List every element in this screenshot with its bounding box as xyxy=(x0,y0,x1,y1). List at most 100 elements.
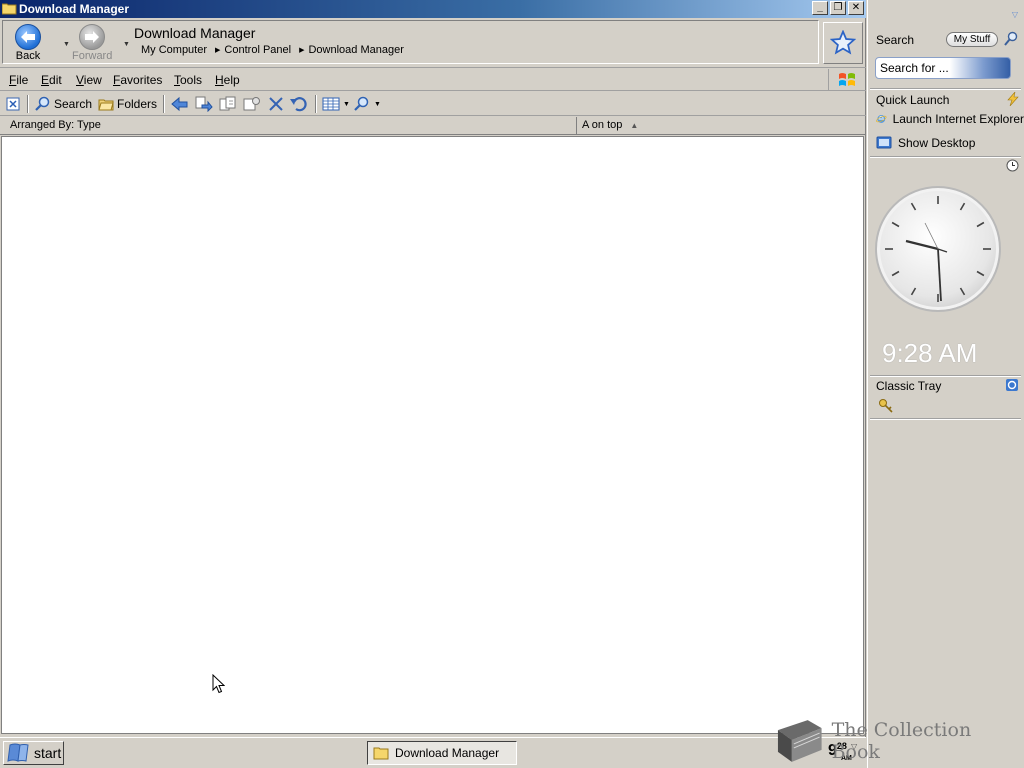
properties-icon xyxy=(243,97,260,111)
move-to-icon xyxy=(219,96,236,111)
menu-file[interactable]: File xyxy=(9,73,28,87)
breadcrumb-separator-icon: ▶ xyxy=(299,47,305,54)
toolbar-separator xyxy=(27,95,29,113)
sidebar-divider xyxy=(870,418,1021,420)
menu-tools[interactable]: Tools xyxy=(174,73,202,87)
watermark-text: The Collection Book xyxy=(831,719,972,763)
folder-icon xyxy=(373,747,389,760)
navigation-bar: Back ▼ Forward ▼ Download Manager My Com… xyxy=(0,18,866,68)
undo-icon xyxy=(290,97,307,112)
toolbar-separator xyxy=(315,95,317,113)
quick-launch-desktop-label: Show Desktop xyxy=(898,136,976,150)
back-label: Back xyxy=(15,50,41,62)
zoom-dropdown-icon: ▼ xyxy=(374,100,381,108)
windows-logo-icon xyxy=(828,69,864,91)
menu-help[interactable]: Help xyxy=(215,73,240,87)
menu-favorites[interactable]: Favorites xyxy=(113,73,162,87)
undo-button[interactable] xyxy=(290,95,308,113)
breadcrumb: My Computer ▶ Control Panel ▶ Download M… xyxy=(141,44,412,56)
favorites-star-button[interactable] xyxy=(823,22,863,64)
search-button-label: Search xyxy=(54,97,93,111)
sidebar-collapse-chevron-icon[interactable]: ▽ xyxy=(1012,10,1018,19)
windows-flag-icon xyxy=(7,743,29,762)
copy-to-icon xyxy=(195,96,213,112)
explorer-window: Download Manager _ ❐ ✕ Back ▼ Forward ▼ xyxy=(0,0,866,737)
close-folder-button[interactable] xyxy=(6,95,20,113)
sidebar-divider xyxy=(870,88,1021,90)
undo-arrow-icon xyxy=(171,96,188,112)
star-icon xyxy=(830,30,856,55)
page-title: Download Manager xyxy=(134,25,256,41)
internet-explorer-icon xyxy=(876,115,887,123)
zoom-button[interactable]: ▼ xyxy=(353,95,381,113)
my-stuff-button[interactable]: My Stuff xyxy=(946,32,998,47)
back-dropdown-icon[interactable]: ▼ xyxy=(63,41,70,48)
collection-book-watermark: The Collection Book xyxy=(772,718,1024,764)
menu-edit[interactable]: Edit xyxy=(41,73,62,87)
book-icon xyxy=(777,720,822,762)
toolbar-separator xyxy=(163,95,165,113)
forward-dropdown-icon[interactable]: ▼ xyxy=(123,41,130,48)
start-button[interactable]: start xyxy=(3,741,64,765)
standard-toolbar: Search Folders ▼ ▼ xyxy=(0,92,866,116)
keys-icon[interactable] xyxy=(878,398,894,414)
forward-label: Forward xyxy=(72,50,113,62)
delete-x-icon xyxy=(269,97,283,111)
folders-button[interactable]: Folders xyxy=(98,95,157,113)
sort-order-header[interactable]: A on top ▲ xyxy=(578,117,864,134)
breadcrumb-download-manager[interactable]: Download Manager xyxy=(308,44,403,56)
digital-clock-time: 9:28 AM xyxy=(882,338,978,368)
mouse-cursor-icon xyxy=(212,674,225,694)
classic-tray-icon[interactable] xyxy=(1005,378,1019,392)
breadcrumb-separator-icon: ▶ xyxy=(215,47,221,54)
views-grid-icon xyxy=(322,97,340,111)
copy-to-button[interactable] xyxy=(195,95,213,113)
views-button[interactable]: ▼ xyxy=(322,95,350,113)
sidebar-search-icon[interactable] xyxy=(1004,31,1018,47)
sidebar-search-title: Search xyxy=(876,33,915,47)
search-icon xyxy=(35,96,50,111)
move-to-button[interactable] xyxy=(219,95,237,113)
folder-icon xyxy=(2,3,17,15)
desktop-sidebar: ▽ Search My Stuff Search for ... Quick L… xyxy=(867,0,1024,768)
menu-bar: File Edit View Favorites Tools Help xyxy=(0,69,866,91)
back-arrow-icon xyxy=(15,24,41,50)
folders-icon xyxy=(98,99,114,111)
classic-tray-title: Classic Tray xyxy=(876,379,942,393)
properties-button[interactable] xyxy=(243,95,261,113)
delete-button[interactable] xyxy=(268,95,284,113)
views-dropdown-icon: ▼ xyxy=(343,100,350,108)
forward-button[interactable]: Forward xyxy=(72,24,112,62)
clock-settings-icon[interactable] xyxy=(1006,159,1019,172)
folders-button-label: Folders xyxy=(117,97,158,111)
sidebar-divider xyxy=(870,156,1021,158)
column-header-bar: Arranged By: Type A on top ▲ xyxy=(0,117,866,135)
magnifier-icon xyxy=(354,96,369,111)
minimize-button[interactable]: _ xyxy=(812,1,828,15)
up-button[interactable] xyxy=(171,95,189,113)
sidebar-divider xyxy=(870,375,1021,377)
quick-launch-internet-explorer[interactable]: Launch Internet Explorer xyxy=(876,111,1024,127)
breadcrumb-my-computer[interactable]: My Computer xyxy=(141,44,207,56)
sort-ascending-icon: ▲ xyxy=(630,121,639,130)
close-button[interactable]: ✕ xyxy=(848,1,864,15)
restore-button[interactable]: ❐ xyxy=(830,1,846,15)
sidebar-search-input[interactable]: Search for ... xyxy=(875,57,1011,79)
breadcrumb-control-panel[interactable]: Control Panel xyxy=(224,44,291,56)
title-bar[interactable]: Download Manager _ ❐ ✕ xyxy=(0,0,866,18)
search-button[interactable]: Search xyxy=(35,95,92,113)
show-desktop-icon xyxy=(876,136,892,149)
taskbar-download-manager[interactable]: Download Manager xyxy=(367,741,517,765)
menu-view[interactable]: View xyxy=(76,73,102,87)
back-button[interactable]: Back xyxy=(15,24,41,62)
taskbar: start Download Manager 9 28 AM ▽ xyxy=(0,737,866,768)
close-pane-icon xyxy=(6,97,20,111)
analog-clock xyxy=(875,186,1001,312)
taskbar-button-label: Download Manager xyxy=(395,746,500,760)
lightning-icon[interactable] xyxy=(1006,92,1020,106)
quick-launch-title: Quick Launch xyxy=(876,93,950,107)
quick-launch-show-desktop[interactable]: Show Desktop xyxy=(876,135,1024,151)
file-list-pane[interactable] xyxy=(1,136,864,734)
arranged-by-header[interactable]: Arranged By: Type xyxy=(0,117,577,134)
start-label: start xyxy=(34,745,62,761)
